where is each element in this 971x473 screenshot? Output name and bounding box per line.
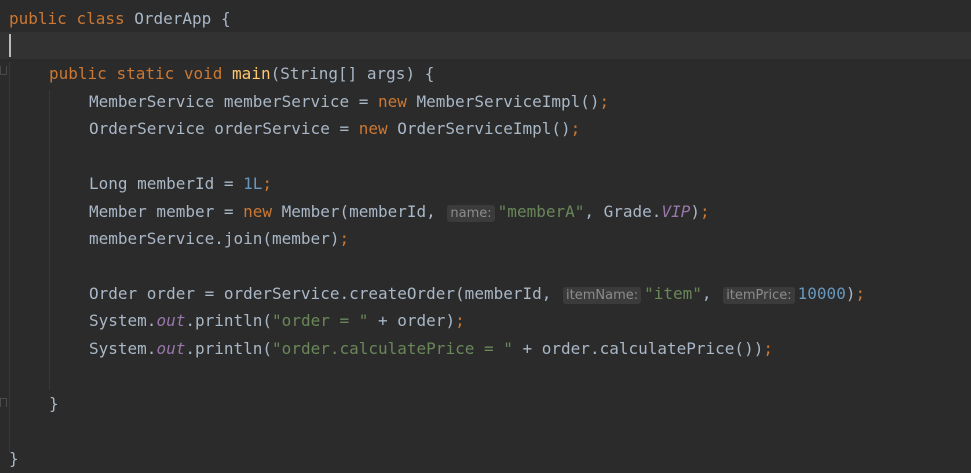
code-token: .println( bbox=[185, 311, 273, 330]
code-token: } bbox=[9, 449, 19, 468]
code-token: + order.calculatePrice()) bbox=[512, 339, 764, 358]
indent-guide bbox=[49, 90, 50, 390]
string-token: "memberA" bbox=[497, 202, 585, 221]
number-token: 1L bbox=[243, 174, 263, 193]
keyword-token: void bbox=[183, 64, 223, 83]
code-token: System. bbox=[89, 311, 157, 330]
semicolon-token: ; bbox=[855, 284, 866, 303]
code-token: .println( bbox=[185, 339, 273, 358]
code-line-create-order[interactable]: Order order = orderService.createOrder(m… bbox=[89, 280, 865, 307]
code-token: , Grade. bbox=[584, 202, 662, 221]
code-token: System. bbox=[89, 339, 157, 358]
code-token: Member member = bbox=[89, 202, 244, 221]
parameter-hint: name: bbox=[447, 205, 495, 222]
code-token: Order order = orderService.createOrder(m… bbox=[89, 284, 562, 303]
code-line-class-decl[interactable]: public class OrderApp { bbox=[9, 5, 231, 32]
fold-marker-icon[interactable] bbox=[0, 398, 7, 407]
parameter-hint: itemPrice: bbox=[723, 287, 795, 304]
string-token: "item" bbox=[644, 284, 702, 303]
keyword-token: new bbox=[358, 119, 388, 138]
keyword-token: class bbox=[76, 9, 125, 28]
string-token: "order = " bbox=[272, 311, 369, 330]
code-token: OrderApp { bbox=[124, 9, 231, 28]
code-token: (String[] args) { bbox=[270, 64, 435, 83]
code-line-member-service[interactable]: MemberService memberService = new Member… bbox=[89, 88, 609, 115]
semicolon-token: ; bbox=[455, 311, 465, 330]
code-line-member-id[interactable]: Long memberId = 1L; bbox=[89, 170, 272, 197]
semicolon-token: ; bbox=[339, 229, 350, 248]
code-line-println-price[interactable]: System.out.println("order.calculatePrice… bbox=[89, 335, 773, 362]
semicolon-token: ; bbox=[262, 174, 273, 193]
code-token: ) bbox=[690, 202, 700, 221]
code-line-join[interactable]: memberService.join(member); bbox=[89, 225, 349, 252]
parameter-hint: itemName: bbox=[563, 287, 642, 304]
text-caret bbox=[9, 34, 11, 57]
current-line-highlight bbox=[0, 32, 971, 59]
code-token: } bbox=[49, 394, 59, 413]
static-field-token: out bbox=[156, 339, 186, 358]
code-token: MemberService memberService = bbox=[89, 92, 378, 111]
code-line-class-close[interactable]: } bbox=[9, 445, 19, 472]
semicolon-token: ; bbox=[570, 119, 581, 138]
keyword-token: new bbox=[377, 92, 407, 111]
indent-guide bbox=[9, 62, 10, 452]
keyword-token: public bbox=[49, 64, 107, 83]
code-token: , bbox=[701, 284, 722, 303]
semicolon-token: ; bbox=[599, 92, 610, 111]
code-line-println-order[interactable]: System.out.println("order = " + order); bbox=[89, 307, 465, 334]
code-line-new-member[interactable]: Member member = new Member(memberId, nam… bbox=[89, 198, 710, 225]
static-field-token: VIP bbox=[661, 202, 691, 221]
code-token: OrderServiceImpl() bbox=[387, 119, 571, 138]
static-field-token: out bbox=[156, 311, 186, 330]
method-name-token: main bbox=[232, 64, 271, 83]
keyword-token: public bbox=[9, 9, 67, 28]
code-token: MemberServiceImpl() bbox=[406, 92, 600, 111]
code-token: OrderService orderService = bbox=[89, 119, 359, 138]
number-token: 10000 bbox=[797, 284, 846, 303]
string-token: "order.calculatePrice = " bbox=[272, 339, 513, 358]
keyword-token: new bbox=[243, 202, 273, 221]
code-token: Long memberId = bbox=[89, 174, 244, 193]
keyword-token: static bbox=[116, 64, 175, 83]
code-line-order-service[interactable]: OrderService orderService = new OrderSer… bbox=[89, 115, 580, 142]
semicolon-token: ; bbox=[699, 202, 710, 221]
code-editor[interactable]: public class OrderApp { public static vo… bbox=[0, 0, 971, 473]
code-token: Member(memberId, bbox=[272, 202, 446, 221]
code-token: memberService.join(member) bbox=[89, 229, 340, 248]
code-token: + order) bbox=[368, 311, 456, 330]
code-line-main-close[interactable]: } bbox=[49, 390, 59, 417]
fold-marker-icon[interactable] bbox=[0, 66, 7, 75]
code-line-main-decl[interactable]: public static void main(String[] args) { bbox=[49, 60, 434, 87]
semicolon-token: ; bbox=[763, 339, 773, 358]
